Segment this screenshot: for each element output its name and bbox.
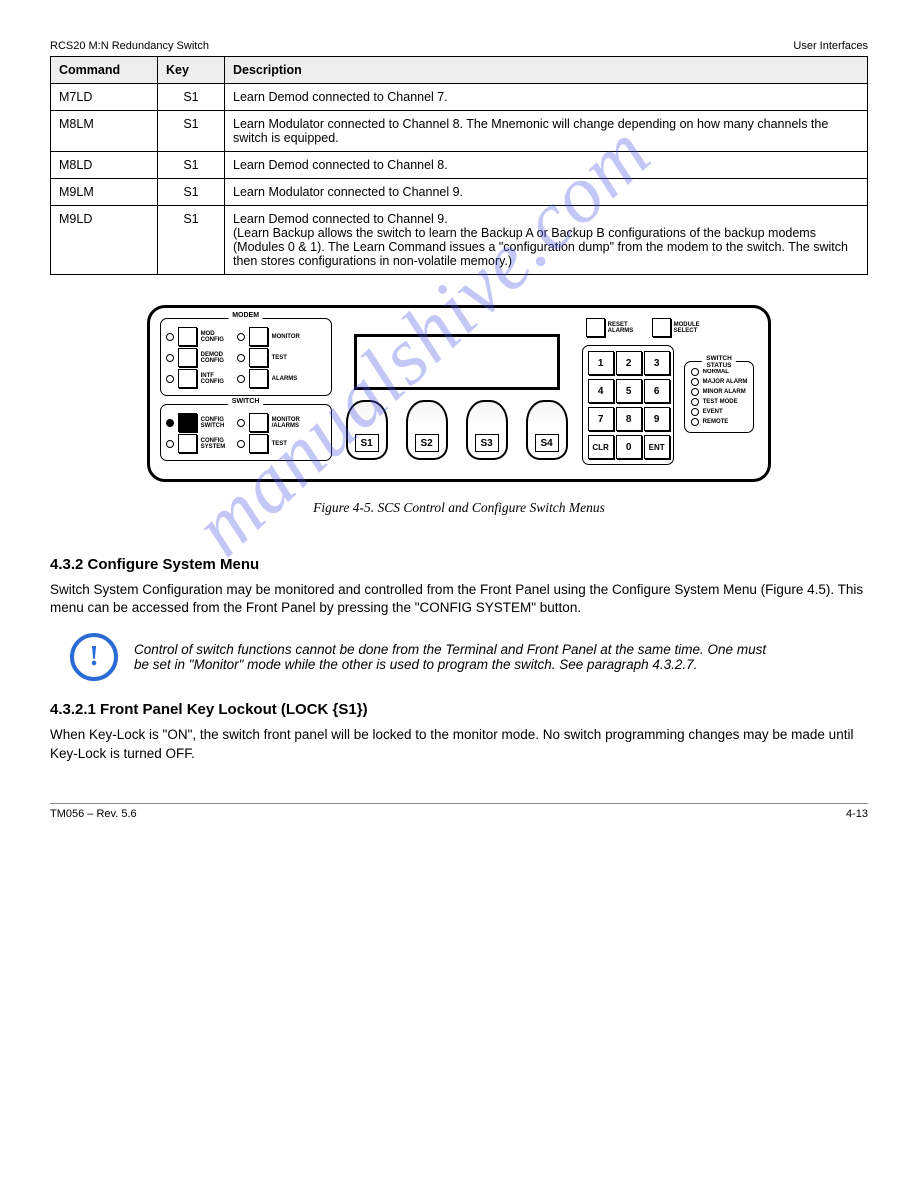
- switch-status-box: SWITCH STATUS NORMAL MAJOR ALARM MINOR A…: [684, 361, 755, 433]
- key-0[interactable]: 0: [616, 435, 642, 459]
- key-3[interactable]: 3: [644, 351, 670, 375]
- key-6[interactable]: 6: [644, 379, 670, 403]
- key-5[interactable]: 5: [616, 379, 642, 403]
- demod-config-button[interactable]: [178, 348, 197, 367]
- led-icon: [237, 375, 245, 383]
- led-icon: [237, 354, 245, 362]
- table-row: M7LD S1 Learn Demod connected to Channel…: [51, 84, 868, 111]
- led-icon: [237, 440, 245, 448]
- monitor-button[interactable]: [249, 327, 268, 346]
- test-switch-button[interactable]: [249, 434, 268, 453]
- config-switch-button[interactable]: [178, 413, 197, 432]
- led-icon: [691, 378, 699, 386]
- key-9[interactable]: 9: [644, 407, 670, 431]
- table-row: M9LD S1 Learn Demod connected to Channel…: [51, 206, 868, 275]
- softkey-s1[interactable]: S1: [346, 400, 388, 460]
- body-key-lockout: When Key-Lock is "ON", the switch front …: [50, 726, 868, 762]
- footer-docnum: TM056 – Rev. 5.6: [50, 808, 137, 820]
- led-icon: [166, 354, 174, 362]
- intf-config-button[interactable]: [178, 369, 197, 388]
- command-table: Command Key Description M7LD S1 Learn De…: [50, 56, 868, 275]
- note-text: Control of switch functions cannot be do…: [134, 642, 770, 672]
- key-7[interactable]: 7: [588, 407, 614, 431]
- numeric-keypad: 1 2 3 4 5 6 7 8 9 CLR 0 ENT: [582, 345, 674, 465]
- led-icon: [237, 333, 245, 341]
- key-2[interactable]: 2: [616, 351, 642, 375]
- table-row: M9LM S1 Learn Modulator connected to Cha…: [51, 179, 868, 206]
- footer-page: 4-13: [846, 808, 868, 820]
- front-panel-diagram: MODEM MOD CONFIG MONITOR DEMOD CONFIG: [50, 305, 868, 482]
- header-right: User Interfaces: [793, 40, 868, 52]
- led-icon: [691, 388, 699, 396]
- heading-config-system: 4.3.2 Configure System Menu: [50, 556, 868, 573]
- led-icon: [691, 418, 699, 426]
- softkey-s2[interactable]: S2: [406, 400, 448, 460]
- reset-alarms-button[interactable]: [586, 318, 605, 337]
- led-icon: [691, 398, 699, 406]
- switch-group: SWITCH CONFIG SWITCH MONITOR /ALARMS CON…: [160, 404, 332, 461]
- monitor-alarms-button[interactable]: [249, 413, 268, 432]
- key-8[interactable]: 8: [616, 407, 642, 431]
- led-icon: [691, 368, 699, 376]
- led-icon: [166, 419, 174, 427]
- key-ent[interactable]: ENT: [644, 435, 670, 459]
- led-icon: [166, 333, 174, 341]
- th-cmd: Command: [51, 57, 158, 84]
- led-icon: [166, 375, 174, 383]
- page-footer: TM056 – Rev. 5.6 4-13: [50, 803, 868, 820]
- mod-config-button[interactable]: [178, 327, 197, 346]
- led-icon: [691, 408, 699, 416]
- table-row: M8LM S1 Learn Modulator connected to Cha…: [51, 111, 868, 152]
- key-4[interactable]: 4: [588, 379, 614, 403]
- key-clr[interactable]: CLR: [588, 435, 614, 459]
- important-icon: !: [70, 633, 118, 681]
- heading-key-lockout: 4.3.2.1 Front Panel Key Lockout (LOCK {S…: [50, 701, 868, 718]
- led-icon: [237, 419, 245, 427]
- alarms-button[interactable]: [249, 369, 268, 388]
- softkey-s4[interactable]: S4: [526, 400, 568, 460]
- display-screen: [354, 334, 560, 390]
- header-left: RCS20 M:N Redundancy Switch: [50, 40, 209, 52]
- module-select-button[interactable]: [652, 318, 671, 337]
- modem-group: MODEM MOD CONFIG MONITOR DEMOD CONFIG: [160, 318, 332, 396]
- key-1[interactable]: 1: [588, 351, 614, 375]
- led-icon: [166, 440, 174, 448]
- figure-caption: Figure 4-5. SCS Control and Configure Sw…: [50, 500, 868, 516]
- th-key: Key: [158, 57, 225, 84]
- config-system-button[interactable]: [178, 434, 197, 453]
- body-config-system: Switch System Configuration may be monit…: [50, 581, 868, 617]
- table-row: M8LD S1 Learn Demod connected to Channel…: [51, 152, 868, 179]
- test-button[interactable]: [249, 348, 268, 367]
- softkey-s3[interactable]: S3: [466, 400, 508, 460]
- note-block: ! Control of switch functions cannot be …: [70, 633, 770, 681]
- th-desc: Description: [225, 57, 868, 84]
